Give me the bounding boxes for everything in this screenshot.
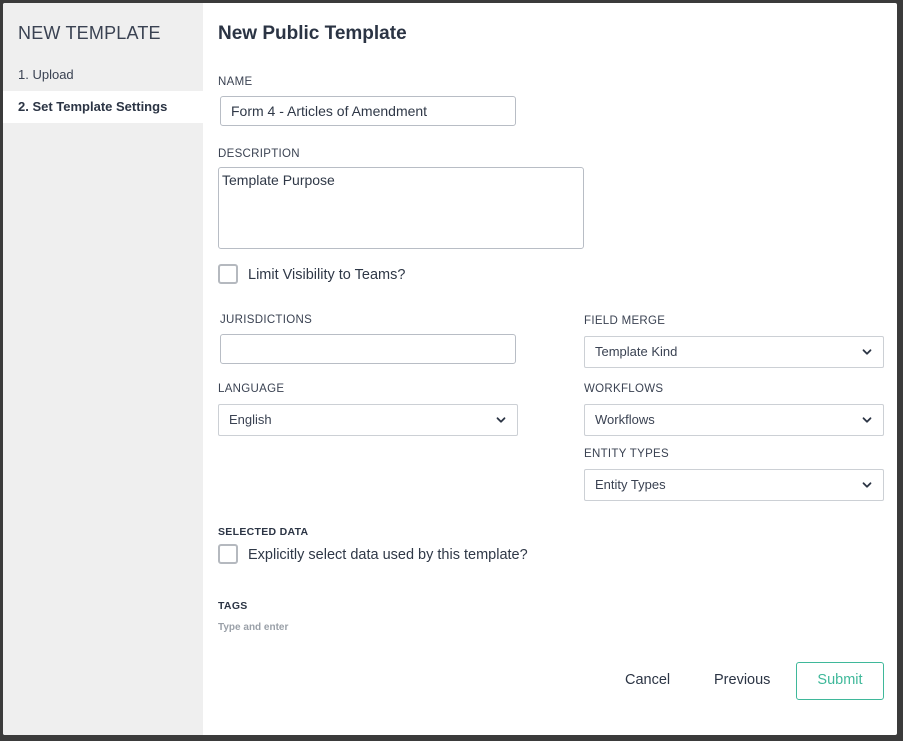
submit-button[interactable]: Submit <box>796 662 884 700</box>
field-merge-select[interactable]: Template Kind <box>584 336 884 368</box>
limit-visibility-label: Limit Visibility to Teams? <box>248 267 406 283</box>
chevron-down-icon <box>496 417 506 423</box>
limit-visibility-checkbox[interactable] <box>218 264 238 284</box>
name-label: NAME <box>218 76 253 88</box>
selected-data-label: SELECTED DATA <box>218 526 309 538</box>
previous-button[interactable]: Previous <box>714 672 770 688</box>
name-input[interactable]: Form 4 - Articles of Amendment <box>220 96 516 126</box>
field-merge-selected: Template Kind <box>595 344 678 359</box>
workflows-selected: Workflows <box>595 412 655 427</box>
sidebar-title: NEW TEMPLATE <box>18 23 161 43</box>
workflows-select[interactable]: Workflows <box>584 404 884 436</box>
step-upload[interactable]: 1. Upload <box>3 59 203 91</box>
chevron-down-icon <box>862 482 872 488</box>
tags-input[interactable]: Type and enter <box>218 622 288 633</box>
selected-data-checkbox-label: Explicitly select data used by this temp… <box>248 547 528 563</box>
new-template-dialog: NEW TEMPLATE 1. Upload 2. Set Template S… <box>3 3 897 735</box>
jurisdictions-input[interactable] <box>220 334 516 364</box>
chevron-down-icon <box>862 417 872 423</box>
jurisdictions-label: JURISDICTIONS <box>220 314 313 326</box>
language-label: LANGUAGE <box>218 383 285 395</box>
page-title: New Public Template <box>218 23 407 44</box>
main-panel: New Public Template NAME Form 4 - Articl… <box>203 3 897 735</box>
description-label: DESCRIPTION <box>218 148 300 160</box>
selected-data-checkbox[interactable] <box>218 544 238 564</box>
entity-types-selected: Entity Types <box>595 477 666 492</box>
language-select[interactable]: English <box>218 404 518 436</box>
field-merge-label: FIELD MERGE <box>584 315 666 327</box>
entity-types-label: ENTITY TYPES <box>584 448 669 460</box>
step-set-template-settings[interactable]: 2. Set Template Settings <box>3 91 203 123</box>
tags-label: TAGS <box>218 600 248 612</box>
sidebar: NEW TEMPLATE 1. Upload 2. Set Template S… <box>3 3 203 735</box>
cancel-button[interactable]: Cancel <box>625 672 670 688</box>
language-selected: English <box>229 412 272 427</box>
entity-types-select[interactable]: Entity Types <box>584 469 884 501</box>
description-textarea[interactable]: Template Purpose <box>218 167 584 249</box>
chevron-down-icon <box>862 349 872 355</box>
workflows-label: WORKFLOWS <box>584 383 664 395</box>
